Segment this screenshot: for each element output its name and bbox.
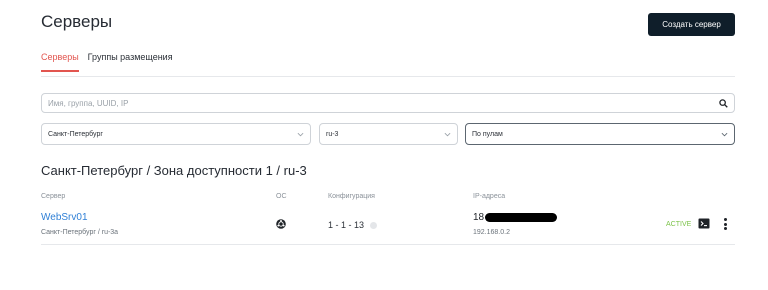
column-header-os: ОС xyxy=(276,193,287,200)
chevron-down-icon xyxy=(444,132,451,136)
pool-mode-select-value: По пулам xyxy=(472,130,503,138)
zone-select-value: ru-3 xyxy=(326,130,339,138)
chevron-down-icon xyxy=(297,132,304,136)
column-header-server: Сервер xyxy=(41,193,66,200)
region-select[interactable]: Санкт-Петербург xyxy=(41,123,311,145)
info-icon[interactable] xyxy=(370,221,378,229)
tabs: Серверы Группы размещения xyxy=(41,52,173,72)
os-logo-icon xyxy=(276,219,286,229)
server-name-link[interactable]: WebSrv01 xyxy=(41,212,88,223)
row-divider xyxy=(41,244,735,245)
column-header-ip: IP-адреса xyxy=(473,193,506,200)
console-icon[interactable] xyxy=(698,218,710,229)
search-input[interactable]: Имя, группа, UUID, IP xyxy=(41,93,735,113)
kebab-dot xyxy=(723,222,727,226)
column-header-config: Конфигурация xyxy=(328,193,375,200)
status-badge: ACTIVE xyxy=(666,221,692,228)
search-placeholder: Имя, группа, UUID, IP xyxy=(48,98,129,108)
page-title: Серверы xyxy=(41,12,113,31)
search-icon[interactable] xyxy=(719,98,728,108)
create-server-button[interactable]: Создать сервер xyxy=(648,13,735,36)
tab-servers[interactable]: Серверы xyxy=(41,52,79,72)
redaction-bar xyxy=(485,213,558,222)
private-ip: 192.168.0.2 xyxy=(473,229,510,236)
public-ip-prefix: 18 xyxy=(473,212,485,223)
region-select-value: Санкт-Петербург xyxy=(48,130,103,138)
config-value: 1 - 1 - 13 xyxy=(328,220,365,230)
public-ip: 18 xyxy=(473,212,558,223)
chevron-down-icon xyxy=(721,132,728,136)
server-config: 1 - 1 - 13 xyxy=(328,220,378,230)
region-heading: Санкт-Петербург / Зона доступности 1 / r… xyxy=(41,163,307,178)
kebab-dot xyxy=(723,227,727,230)
kebab-dot xyxy=(723,218,727,221)
pool-mode-select[interactable]: По пулам xyxy=(465,123,735,145)
tabs-divider xyxy=(41,76,735,77)
more-actions-icon[interactable] xyxy=(723,218,727,230)
zone-select[interactable]: ru-3 xyxy=(319,123,458,145)
server-location: Санкт-Петербург / ru-3a xyxy=(41,229,119,236)
tab-placement-groups[interactable]: Группы размещения xyxy=(88,52,173,72)
